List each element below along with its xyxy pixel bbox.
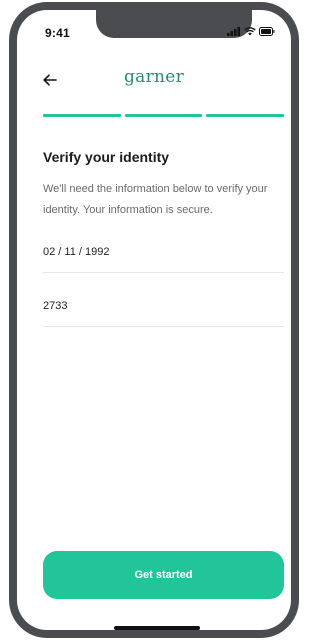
stage: 9:41 garner Verify your identity We'll n… [0, 0, 307, 644]
ssn-last-four-field[interactable]: 2733 [43, 292, 284, 327]
wifi-icon [244, 27, 256, 36]
phone-screen: 9:41 garner Verify your identity We'll n… [17, 10, 291, 630]
page-title: Verify your identity [43, 149, 170, 165]
progress-step [206, 114, 285, 117]
get-started-button[interactable]: Get started [43, 551, 284, 599]
brand-logo: garner [123, 67, 185, 87]
progress-step [43, 114, 121, 117]
date-of-birth-value: 02 / 11 / 1992 [43, 246, 110, 258]
progress-step [124, 114, 203, 117]
progress-bar [43, 114, 285, 117]
signal-icon [227, 27, 241, 36]
battery-icon [259, 27, 275, 36]
date-of-birth-field[interactable]: 02 / 11 / 1992 [43, 238, 284, 273]
phone-frame: 9:41 garner Verify your identity We'll n… [9, 2, 299, 638]
page-description: We'll need the information below to veri… [43, 183, 268, 216]
status-icons [227, 27, 275, 36]
home-indicator [114, 626, 200, 630]
nav-bar: garner [17, 65, 291, 95]
ssn-last-four-value: 2733 [43, 300, 68, 312]
status-time: 9:41 [45, 26, 70, 40]
